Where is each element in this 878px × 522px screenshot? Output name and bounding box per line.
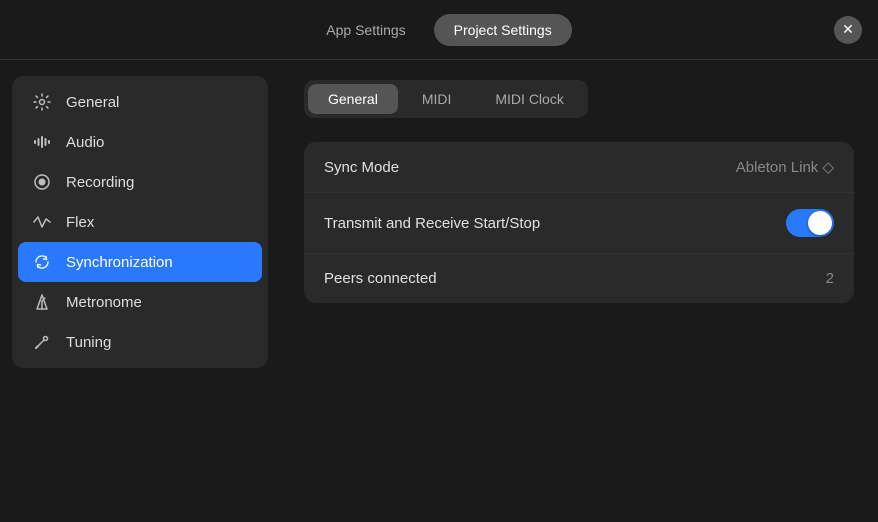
recording-icon [32,172,52,192]
top-bar: App Settings Project Settings ✕ [0,0,878,60]
tab-project-settings[interactable]: Project Settings [434,14,572,46]
main-tabs: App Settings Project Settings [306,14,571,46]
transmit-row: Transmit and Receive Start/Stop [304,193,854,254]
transmit-label: Transmit and Receive Start/Stop [324,215,540,232]
sync-mode-label: Sync Mode [324,159,399,176]
sidebar-label-synchronization: Synchronization [66,254,173,271]
sidebar-inner: General Audio [12,76,268,368]
gear-icon [32,92,52,112]
sidebar-item-metronome[interactable]: Metronome [18,282,262,322]
sidebar-label-flex: Flex [66,214,94,231]
sidebar-label-general: General [66,94,119,111]
transmit-toggle[interactable] [786,209,834,237]
toggle-container [786,209,834,237]
sidebar-label-audio: Audio [66,134,104,151]
audio-icon [32,132,52,152]
sidebar-label-recording: Recording [66,174,134,191]
sidebar: General Audio [0,60,280,522]
flex-icon [32,212,52,232]
sub-tab-midi[interactable]: MIDI [402,84,472,114]
peers-label: Peers connected [324,270,437,287]
sub-tab-general[interactable]: General [308,84,398,114]
sub-tabs: General MIDI MIDI Clock [304,80,588,118]
main-layout: General Audio [0,60,878,522]
sync-mode-value[interactable]: Ableton Link ◇ [736,158,834,176]
sidebar-item-recording[interactable]: Recording [18,162,262,202]
sync-icon [32,252,52,272]
settings-panel: Sync Mode Ableton Link ◇ Transmit and Re… [304,142,854,303]
sidebar-item-synchronization[interactable]: Synchronization [18,242,262,282]
toggle-knob [808,211,832,235]
close-button[interactable]: ✕ [834,16,862,44]
tab-app-settings[interactable]: App Settings [306,14,425,46]
metronome-icon [32,292,52,312]
sidebar-item-tuning[interactable]: Tuning [18,322,262,362]
peers-row: Peers connected 2 [304,254,854,303]
sidebar-label-metronome: Metronome [66,294,142,311]
sync-mode-row: Sync Mode Ableton Link ◇ [304,142,854,193]
peers-value: 2 [826,270,834,287]
sidebar-item-flex[interactable]: Flex [18,202,262,242]
sidebar-item-general[interactable]: General [18,82,262,122]
sidebar-label-tuning: Tuning [66,334,111,351]
tuning-icon [32,332,52,352]
content-area: General MIDI MIDI Clock Sync Mode Ableto… [280,60,878,522]
sidebar-item-audio[interactable]: Audio [18,122,262,162]
sub-tab-midi-clock[interactable]: MIDI Clock [475,84,583,114]
